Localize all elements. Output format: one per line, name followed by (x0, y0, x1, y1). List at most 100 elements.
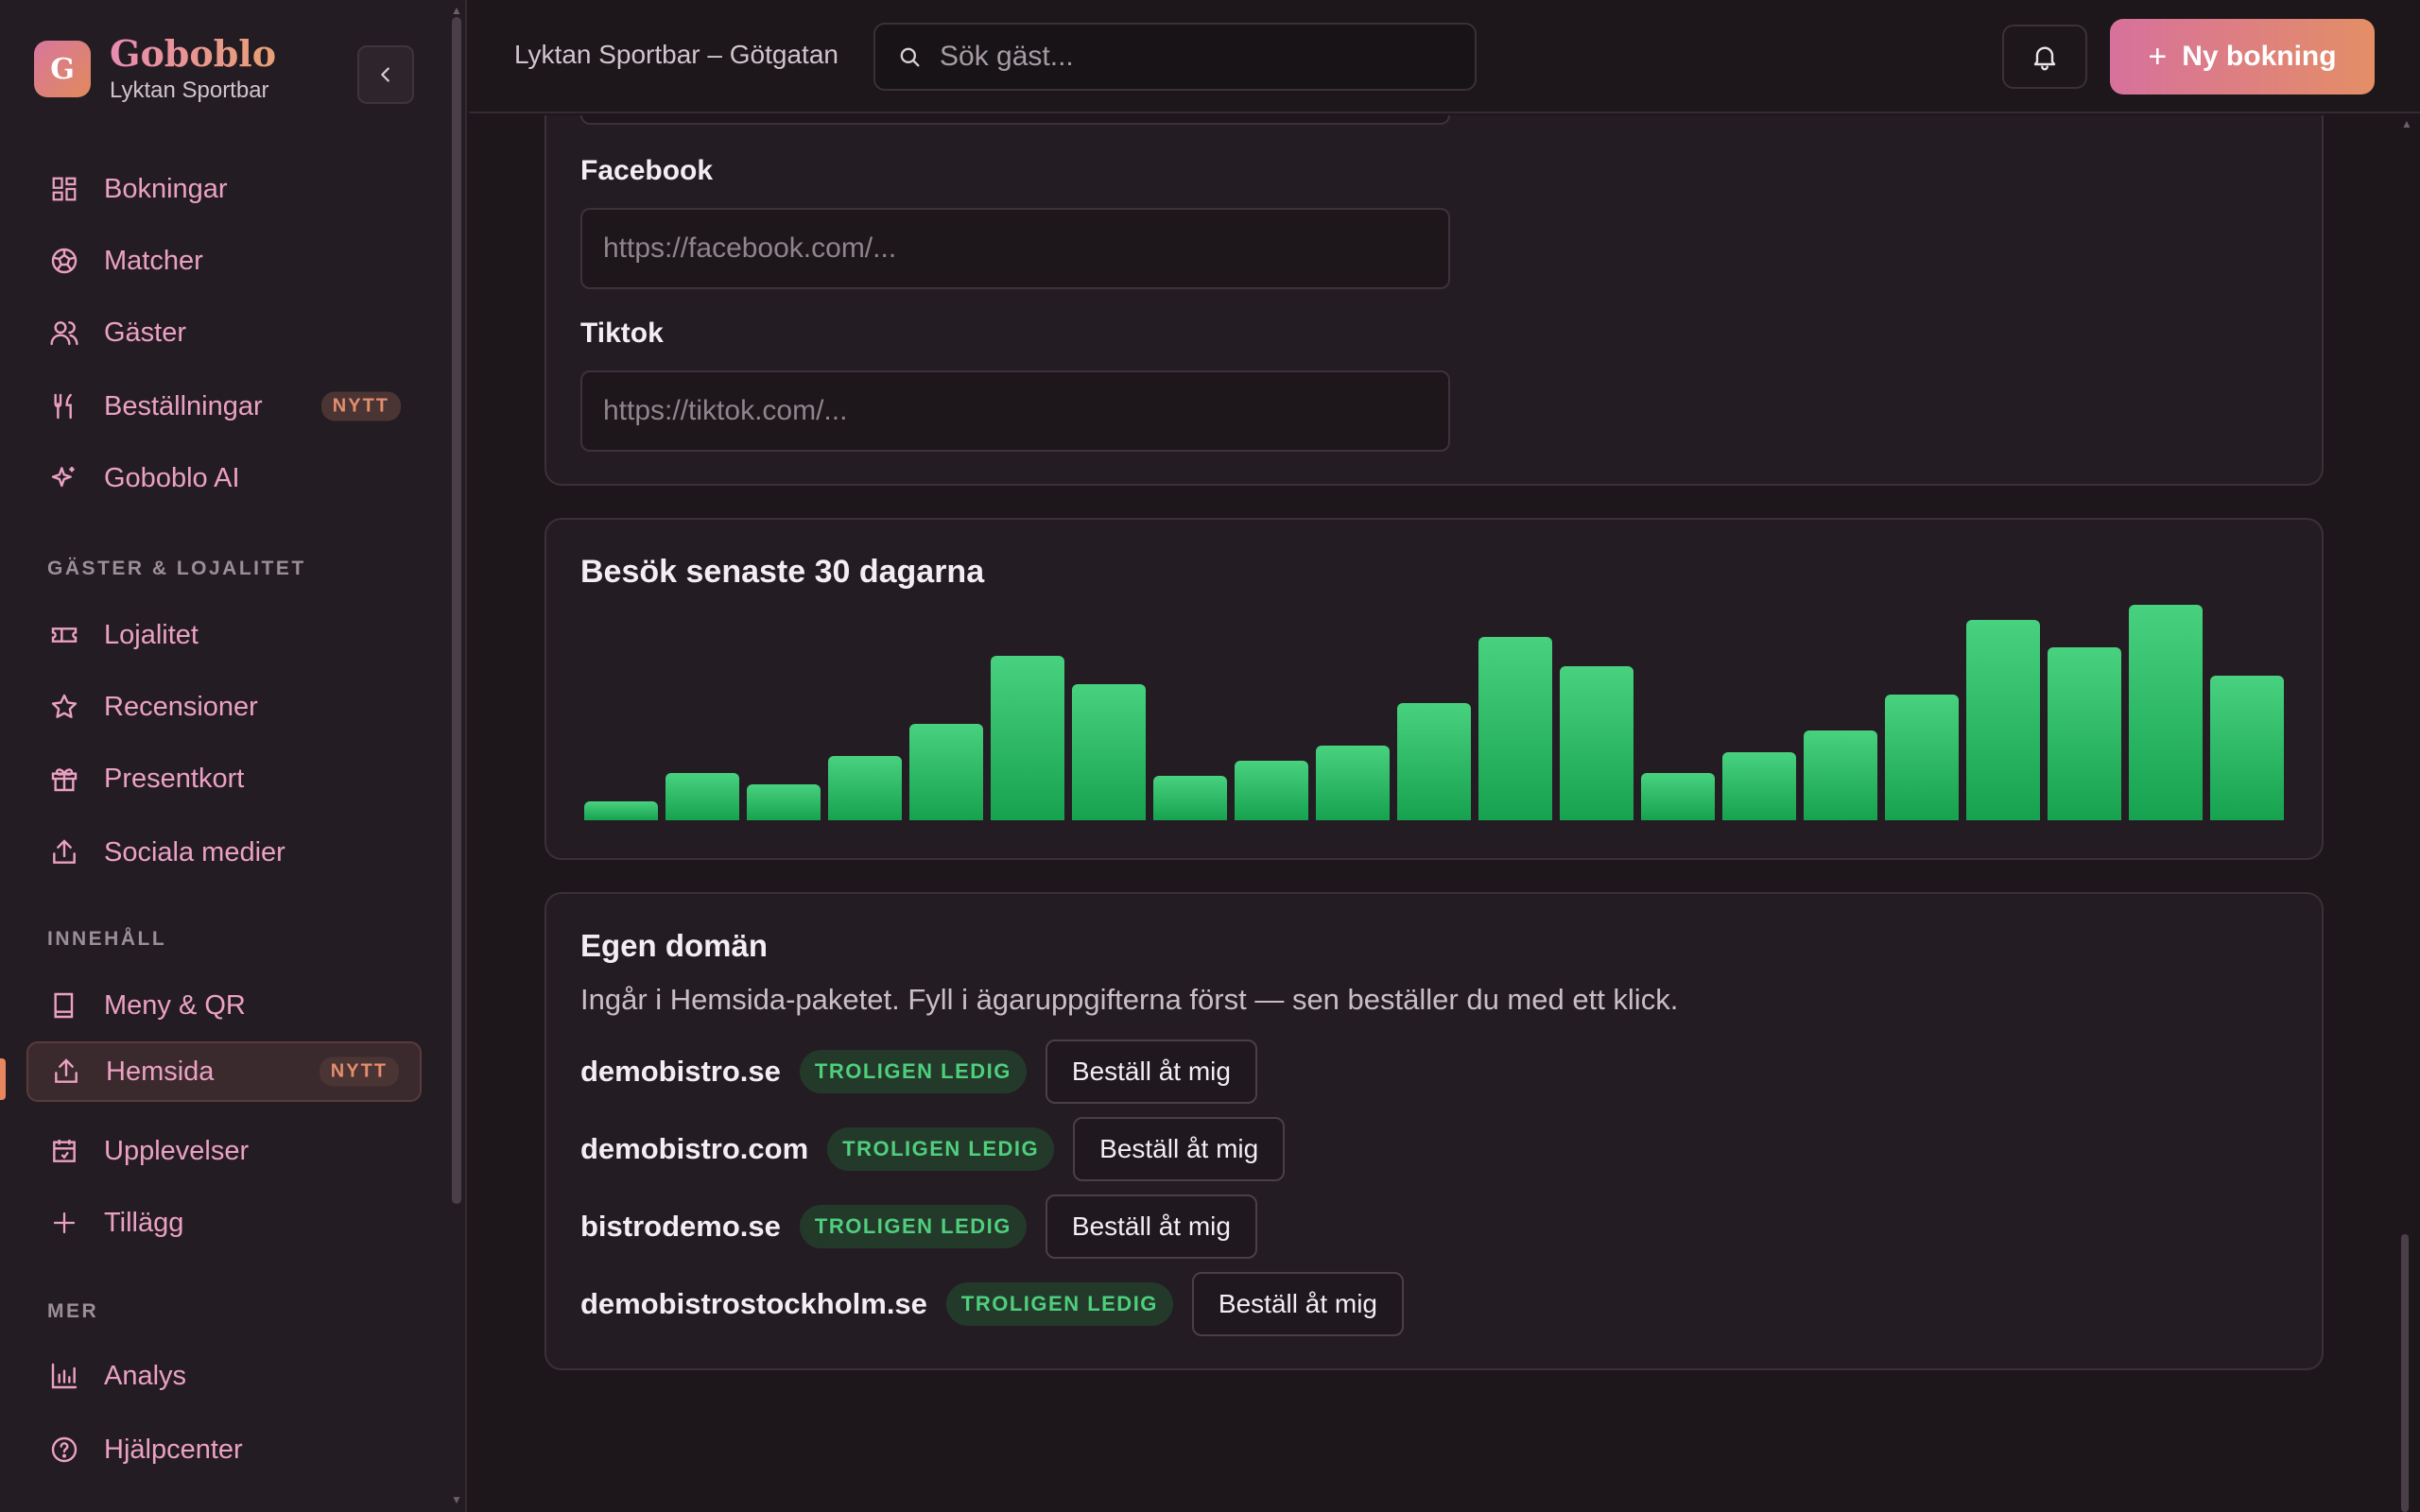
sidebar-item-sociala-medier[interactable]: Sociala medier (26, 822, 422, 883)
sidebar-item-label: Goboblo AI (104, 462, 240, 493)
sidebar-item-goboblo-ai[interactable]: Goboblo AI (26, 448, 422, 508)
scroll-down-arrow[interactable]: ▼ (450, 1494, 463, 1505)
share-icon (47, 835, 81, 869)
grid-icon (47, 172, 81, 206)
calendar-icon (47, 1134, 81, 1168)
sidebar-item-label: Lojalitet (104, 619, 199, 650)
domain-row: demobistro.com TROLIGEN LEDIG Beställ åt… (580, 1117, 1286, 1181)
sidebar-item-label: Upplevelser (104, 1135, 250, 1166)
order-domain-button[interactable]: Beställ åt mig (1045, 1040, 1257, 1104)
collapse-sidebar-button[interactable] (357, 45, 414, 104)
chart-bar (1397, 702, 1471, 820)
status-badge: TROLIGEN LEDIG (799, 1205, 1027, 1248)
sidebar-item-tillagg[interactable]: Tillägg (26, 1193, 422, 1253)
bar-chart-icon (47, 1359, 81, 1393)
sidebar: G Goboblo Lyktan Sportbar Bokningar Matc… (0, 0, 467, 1512)
new-badge: NYTT (320, 391, 401, 421)
notifications-button[interactable] (2002, 25, 2087, 89)
section-label-guests: GÄSTER & LOJALITET (47, 558, 306, 579)
chart-bar (666, 773, 739, 820)
new-badge: NYTT (319, 1057, 399, 1087)
scroll-up-arrow[interactable]: ▲ (450, 5, 463, 16)
sidebar-item-lojalitet[interactable]: Lojalitet (26, 605, 422, 665)
sidebar-item-label: Beställningar (104, 390, 263, 421)
sidebar-item-hemsida[interactable]: Hemsida NYTT (26, 1041, 422, 1102)
bell-icon (2033, 46, 2056, 71)
domain-name: bistrodemo.se (580, 1210, 781, 1243)
chevron-left-icon (381, 67, 389, 82)
sidebar-item-label: Gäster (104, 317, 187, 348)
visits-chart-card: Besök senaste 30 dagarna (544, 518, 2324, 860)
order-domain-button[interactable]: Beställ åt mig (1073, 1117, 1286, 1181)
sidebar-item-bokningar[interactable]: Bokningar (26, 159, 422, 219)
search-icon (900, 47, 920, 67)
sidebar-item-label: Presentkort (104, 763, 245, 794)
domain-card-title: Egen domän (580, 928, 769, 963)
help-icon (47, 1433, 81, 1467)
sidebar-item-presentkort[interactable]: Presentkort (26, 748, 422, 809)
chart-bar (1722, 751, 1796, 820)
chart-bar (1072, 683, 1146, 820)
tiktok-url-input[interactable] (580, 370, 1450, 452)
sidebar-item-analys[interactable]: Analys (26, 1346, 422, 1406)
sidebar-item-upplevelser[interactable]: Upplevelser (26, 1121, 422, 1181)
chart-bar (2210, 675, 2284, 820)
domain-row: demobistro.se TROLIGEN LEDIG Beställ åt … (580, 1040, 1257, 1104)
domain-name: demobistro.se (580, 1055, 781, 1088)
chart-bar (2048, 647, 2121, 820)
main-content: Facebook Tiktok Besök senaste 30 dagarna… (469, 115, 2397, 1512)
previous-field-input[interactable] (580, 115, 1450, 125)
star-icon (47, 690, 81, 724)
sidebar-item-recensioner[interactable]: Recensioner (26, 677, 422, 737)
sidebar-item-label: Meny & QR (104, 989, 246, 1021)
sidebar-item-hjalpcenter[interactable]: Hjälpcenter (26, 1419, 422, 1480)
sidebar-item-matcher[interactable]: Matcher (26, 231, 422, 291)
domain-description: Ingår i Hemsida-paketet. Fyll i ägaruppg… (580, 983, 1679, 1016)
topbar: Lyktan Sportbar – Götgatan + Ny bokning (469, 0, 2420, 113)
chart-bar (1235, 760, 1308, 820)
facebook-label: Facebook (580, 155, 714, 186)
sparkle-icon (47, 461, 81, 495)
chart-bar (584, 800, 658, 820)
chart-bar (1641, 773, 1715, 820)
chart-bar (1316, 746, 1390, 820)
status-badge: TROLIGEN LEDIG (945, 1282, 1173, 1326)
search-box[interactable] (873, 23, 1477, 91)
status-badge: TROLIGEN LEDIG (827, 1127, 1055, 1171)
chart-bar (1560, 666, 1634, 820)
sidebar-item-meny-qr[interactable]: Meny & QR (26, 975, 422, 1036)
sidebar-item-label: Tillägg (104, 1207, 184, 1238)
domain-name: demobistrostockholm.se (580, 1287, 927, 1320)
status-badge: TROLIGEN LEDIG (799, 1050, 1027, 1093)
chart-title: Besök senaste 30 dagarna (580, 554, 985, 590)
chart-bar (1478, 636, 1552, 820)
sidebar-scrollbar[interactable] (452, 17, 461, 1204)
main-scrollbar[interactable] (2401, 1234, 2409, 1512)
plus-icon: + (2148, 38, 2168, 75)
sidebar-item-gaster[interactable]: Gäster (26, 302, 422, 363)
domain-row: demobistrostockholm.se TROLIGEN LEDIG Be… (580, 1272, 1404, 1336)
section-label-content: INNEHÅLL (47, 928, 167, 950)
sidebar-item-bestallningar[interactable]: Beställningar NYTT (26, 376, 422, 437)
football-icon (47, 244, 81, 278)
active-indicator (0, 1058, 6, 1100)
domain-row: bistrodemo.se TROLIGEN LEDIG Beställ åt … (580, 1194, 1257, 1259)
order-domain-button[interactable]: Beställ åt mig (1191, 1272, 1404, 1336)
chart-bar (1153, 775, 1227, 820)
chart-bar (1885, 694, 1959, 820)
sidebar-item-label: Hemsida (106, 1056, 215, 1087)
share-icon (49, 1055, 83, 1089)
search-input[interactable] (940, 41, 1469, 73)
new-booking-button[interactable]: + Ny bokning (2110, 19, 2375, 94)
chart-bar (909, 724, 983, 820)
utensils-icon (47, 389, 81, 423)
order-domain-button[interactable]: Beställ åt mig (1045, 1194, 1257, 1259)
sidebar-item-label: Sociala medier (104, 836, 285, 868)
sidebar-item-label: Matcher (104, 245, 203, 276)
domain-name: demobistro.com (580, 1132, 809, 1165)
brand[interactable]: G Goboblo Lyktan Sportbar (34, 34, 276, 104)
chart-bar (1804, 730, 1877, 820)
users-icon (47, 316, 81, 350)
facebook-url-input[interactable] (580, 208, 1450, 289)
main-scroll-up-arrow[interactable]: ▲ (2401, 117, 2412, 130)
